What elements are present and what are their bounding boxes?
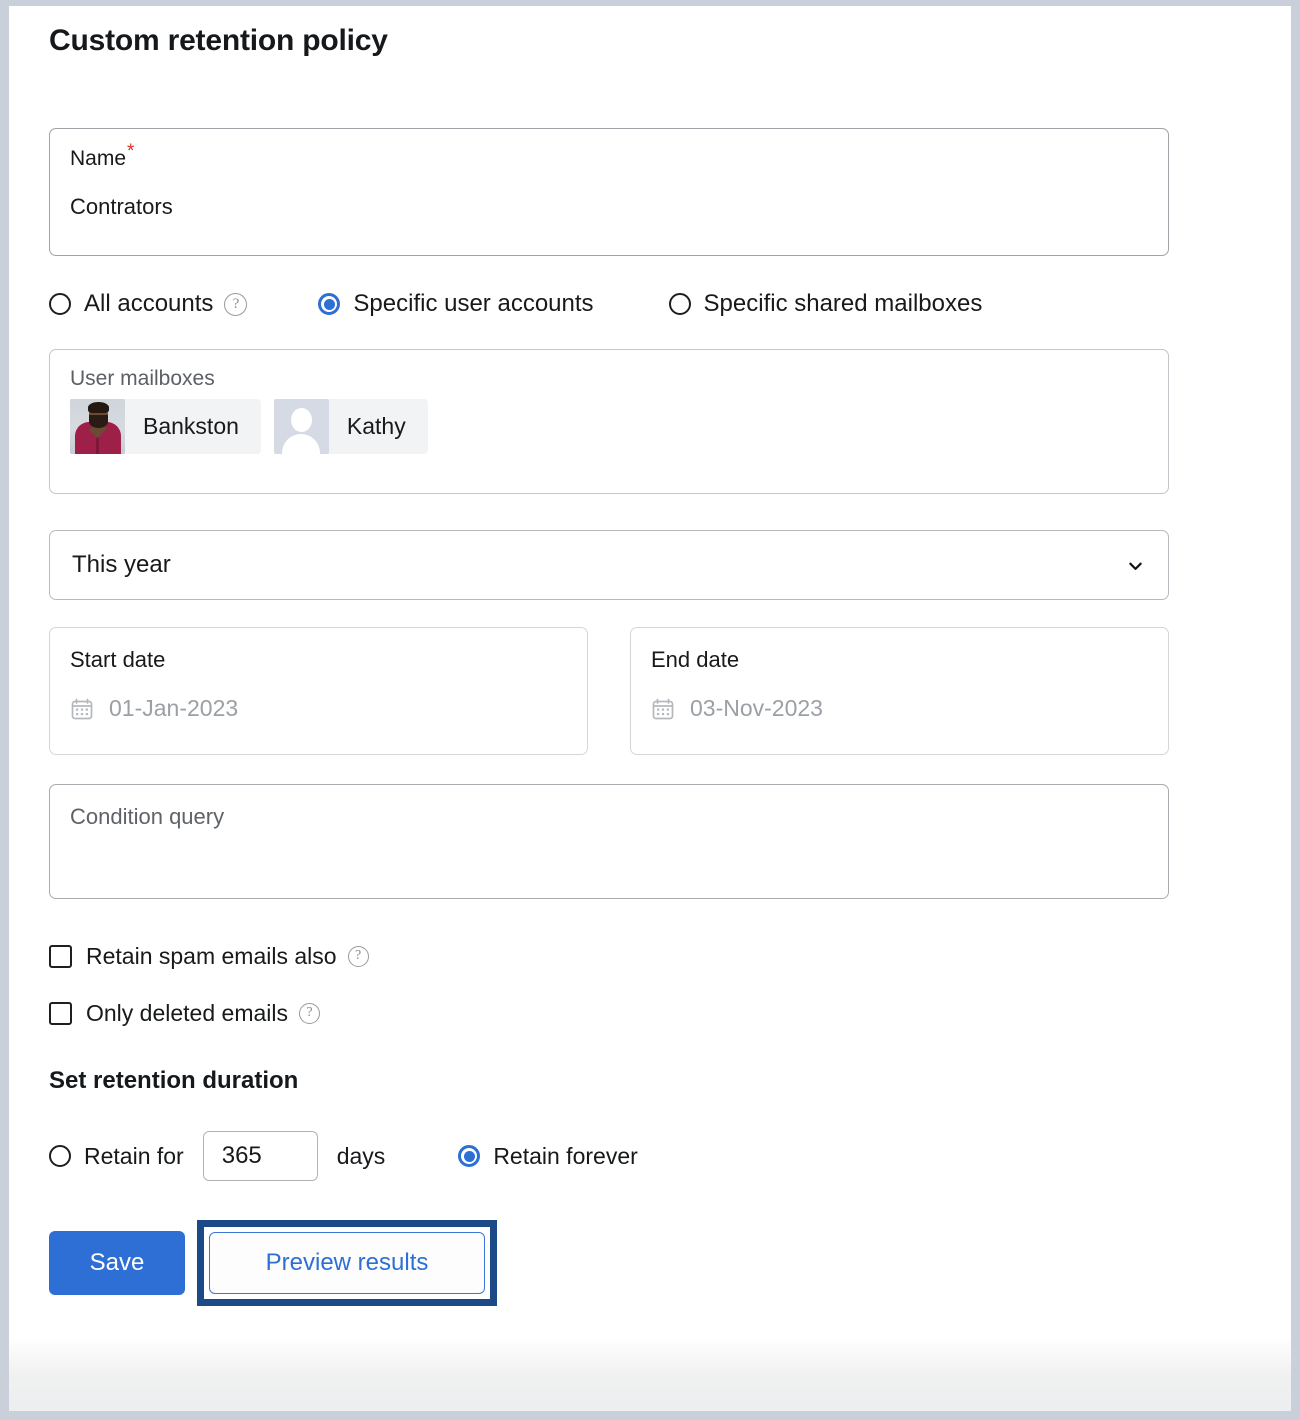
avatar [70, 399, 125, 454]
radio-specific-user-accounts-label: Specific user accounts [353, 290, 593, 318]
calendar-icon[interactable] [70, 697, 94, 721]
radio-specific-user-accounts-control[interactable] [318, 293, 340, 315]
avatar [274, 399, 329, 454]
period-select-value: This year [72, 551, 171, 579]
condition-query-placeholder: Condition query [70, 804, 1148, 830]
radio-retain-for-label: Retain for [84, 1143, 184, 1170]
end-date-value[interactable]: 03-Nov-2023 [690, 695, 823, 722]
radio-retain-for-control[interactable] [49, 1145, 71, 1167]
list-item[interactable]: Bankston [70, 399, 261, 454]
save-button[interactable]: Save [49, 1231, 185, 1295]
start-date-value[interactable]: 01-Jan-2023 [109, 695, 238, 722]
days-input[interactable]: 365 [203, 1131, 318, 1181]
days-unit-label: days [337, 1143, 386, 1170]
radio-all-accounts-control[interactable] [49, 293, 71, 315]
page-title: Custom retention policy [49, 6, 1259, 58]
start-date-field[interactable]: Start date 01-Jan-2023 [49, 627, 588, 755]
name-input[interactable]: Contrators [70, 194, 1148, 220]
user-mailboxes-field[interactable]: User mailboxes Bankston Kathy [49, 349, 1169, 494]
policy-form-sheet: Custom retention policy Name* Contrators… [9, 6, 1291, 1411]
radio-retain-for[interactable]: Retain for [49, 1143, 184, 1170]
radio-all-accounts-label: All accounts [84, 290, 213, 318]
checkbox-only-deleted-control[interactable] [49, 1002, 72, 1025]
radio-all-accounts[interactable]: All accounts ? [49, 290, 247, 318]
user-mailboxes-label: User mailboxes [70, 367, 1148, 391]
retention-duration-row: Retain for 365 days Retain forever [49, 1131, 1259, 1181]
checkbox-retain-spam-control[interactable] [49, 945, 72, 968]
chevron-down-icon [1128, 559, 1143, 574]
radio-retain-forever-label: Retain forever [493, 1143, 637, 1170]
radio-specific-shared-mailboxes-label: Specific shared mailboxes [704, 290, 983, 318]
preview-results-button[interactable]: Preview results [209, 1232, 485, 1294]
checkbox-only-deleted[interactable]: Only deleted emails ? [49, 1000, 1259, 1027]
radio-retain-forever-control[interactable] [458, 1145, 480, 1167]
retention-policy-page: Custom retention policy Name* Contrators… [0, 0, 1300, 1420]
checkbox-retain-spam-label: Retain spam emails also [86, 943, 337, 970]
start-date-label: Start date [70, 647, 567, 673]
date-range-row: Start date 01-Jan-2023 End date [49, 627, 1169, 755]
name-field-label: Name* [70, 148, 1148, 169]
end-date-label: End date [651, 647, 1148, 673]
help-icon[interactable]: ? [348, 946, 369, 967]
user-mailbox-chip-list: Bankston Kathy [70, 399, 1148, 454]
retention-duration-heading: Set retention duration [49, 1067, 1259, 1095]
required-asterisk: * [127, 141, 134, 162]
radio-retain-forever[interactable]: Retain forever [458, 1143, 637, 1170]
help-icon[interactable]: ? [299, 1003, 320, 1024]
calendar-icon[interactable] [651, 697, 675, 721]
checkbox-only-deleted-label: Only deleted emails [86, 1000, 288, 1027]
period-select[interactable]: This year [49, 530, 1169, 600]
end-date-field[interactable]: End date 03-Nov-2023 [630, 627, 1169, 755]
preview-results-highlight: Preview results [197, 1220, 497, 1306]
condition-query-field[interactable]: Condition query [49, 784, 1169, 899]
list-item-label: Kathy [347, 413, 406, 440]
radio-specific-shared-mailboxes-control[interactable] [669, 293, 691, 315]
radio-specific-shared-mailboxes[interactable]: Specific shared mailboxes [669, 290, 983, 318]
scope-radio-group: All accounts ? Specific user accounts Sp… [49, 290, 1259, 318]
list-item[interactable]: Kathy [274, 399, 428, 454]
name-field[interactable]: Name* Contrators [49, 128, 1169, 256]
help-icon[interactable]: ? [224, 293, 247, 316]
form-actions: Save Preview results [49, 1220, 1259, 1306]
radio-specific-user-accounts[interactable]: Specific user accounts [318, 290, 593, 318]
name-label-text: Name [70, 147, 126, 170]
list-item-label: Bankston [143, 413, 239, 440]
checkbox-retain-spam[interactable]: Retain spam emails also ? [49, 943, 1259, 970]
footer-fade [9, 1337, 1291, 1411]
